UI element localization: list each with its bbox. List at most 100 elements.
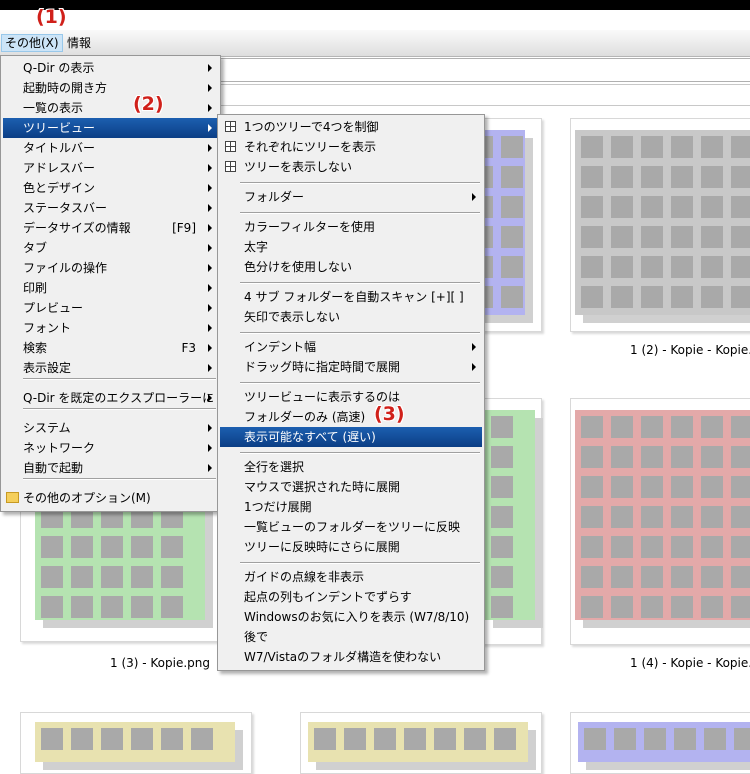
menu-item[interactable]: 自動で起動 [3, 458, 218, 478]
path-bar[interactable] [220, 84, 750, 106]
submenu-item[interactable]: 一覧ビューのフォルダーをツリーに反映 [220, 517, 482, 537]
menu-item[interactable]: システム [3, 418, 218, 438]
menu-item[interactable]: タブ [3, 238, 218, 258]
thumbnail-cell [131, 536, 153, 558]
submenu-arrow-icon [472, 193, 476, 201]
submenu-item[interactable]: ツリーを表示しない [220, 157, 482, 177]
thumbnail-cell [501, 226, 523, 248]
menu-item[interactable]: フォント [3, 318, 218, 338]
menu-separator [240, 282, 480, 284]
thumbnail-cell [611, 256, 633, 278]
submenu-item-label: カラーフィルターを使用 [244, 220, 376, 234]
submenu-item[interactable]: 1つだけ展開 [220, 497, 482, 517]
menu-item-label: 検索 [23, 341, 48, 355]
thumbnail-cell [731, 476, 750, 498]
submenu-item[interactable]: インデント幅 [220, 337, 482, 357]
thumbnail-label[interactable]: 1 (4) - Kopie - Kopie.png [630, 656, 750, 670]
menu-item[interactable]: データサイズの情報 [F9] [3, 218, 218, 238]
thumbnail-label[interactable]: 1 (2) - Kopie - Kopie.png [630, 343, 750, 357]
menu-item[interactable]: 検索 F3 [3, 338, 218, 358]
thumbnail-cell [701, 256, 723, 278]
menu-item[interactable]: 印刷 [3, 278, 218, 298]
menu-item[interactable]: 色とデザイン [3, 178, 218, 198]
thumbnail-cell [581, 136, 603, 158]
submenu-item-label: フォルダー [244, 190, 305, 204]
menu-item[interactable]: その他のオプション(M) [3, 488, 218, 508]
submenu-item[interactable]: 4 サブ フォルダーを自動スキャン [+][ ] [220, 287, 482, 307]
thumbnail-label[interactable]: 1 (3) - Kopie.png [110, 656, 210, 670]
menu-item[interactable]: プレビュー [3, 298, 218, 318]
submenu-item[interactable]: 色分けを使用しない [220, 257, 482, 277]
menu-item-label: データサイズの情報 [23, 221, 131, 235]
submenu-item[interactable]: フォルダー [220, 187, 482, 207]
thumbnail-cell [641, 596, 663, 618]
menu-item-shortcut: F3 [181, 341, 196, 355]
submenu-item[interactable]: 全行を選択 [220, 457, 482, 477]
thumbnail-cell [641, 256, 663, 278]
thumbnail-cell [641, 166, 663, 188]
submenu-item[interactable]: ドラッグ時に指定時間で展開 [220, 357, 482, 377]
submenu-item[interactable]: マウスで選択された時に展開 [220, 477, 482, 497]
submenu-item[interactable]: 表示可能なすべて (遅い) [220, 427, 482, 447]
submenu-item[interactable]: カラーフィルターを使用 [220, 217, 482, 237]
menu-item[interactable]: 起動時の開き方 [3, 78, 218, 98]
submenu-arrow-icon [208, 224, 212, 232]
menu-item[interactable]: Q-Dir の表示 [3, 58, 218, 78]
submenu-item[interactable]: ツリーに反映時にさらに展開 [220, 537, 482, 557]
menu-item[interactable]: ツリービュー [3, 118, 218, 138]
thumbnail-cell [701, 196, 723, 218]
submenu-item[interactable]: フォルダーのみ (高速) [220, 407, 482, 427]
submenu-arrow-icon [208, 84, 212, 92]
thumbnail-cell [581, 476, 603, 498]
menu-item-label: その他のオプション(M) [23, 491, 151, 505]
submenu-item[interactable]: W7/Vistaのフォルダ構造を使わない [220, 647, 482, 667]
thumbnail-cell [374, 728, 396, 750]
thumbnail-cell [161, 536, 183, 558]
submenu-item[interactable]: ガイドの点線を非表示 [220, 567, 482, 587]
submenu-item[interactable]: 太字 [220, 237, 482, 257]
submenu-item[interactable]: ツリービューに表示するのは [220, 387, 482, 407]
submenu-item[interactable]: それぞれにツリーを表示 [220, 137, 482, 157]
thumbnail-cell [671, 416, 693, 438]
thumbnail-cell [731, 286, 750, 308]
menu-item[interactable]: ステータスバー [3, 198, 218, 218]
submenu-item[interactable]: 起点の列もインデントでずらす [220, 587, 482, 607]
menu-other[interactable]: その他(X) [1, 34, 63, 52]
menu-item[interactable]: タイトルバー [3, 138, 218, 158]
thumbnail-cell [581, 596, 603, 618]
thumbnail-cell [101, 728, 123, 750]
thumbnail-cell [501, 256, 523, 278]
thumbnail-cell [131, 728, 153, 750]
thumbnail-cell [491, 566, 513, 588]
submenu-item-label: ガイドの点線を非表示 [244, 570, 365, 584]
thumbnail-cell [611, 286, 633, 308]
submenu-item[interactable]: 後で [220, 627, 482, 647]
thumbnail-cell [491, 506, 513, 528]
grid-icon [225, 161, 236, 172]
menu-item[interactable]: 表示設定 [3, 358, 218, 378]
menu-item[interactable]: ネットワーク [3, 438, 218, 458]
thumbnail-cell [71, 566, 93, 588]
thumbnail-cell [701, 566, 723, 588]
menu-item-label: Q-Dir を既定のエクスプローラーに [23, 391, 215, 405]
menu-info[interactable]: 情報 [64, 35, 94, 51]
menu-item[interactable]: Q-Dir を既定のエクスプローラーに [3, 388, 218, 408]
thumbnail-cell [641, 416, 663, 438]
address-bar[interactable] [220, 58, 750, 82]
menu-item[interactable]: 一覧の表示 [3, 98, 218, 118]
thumbnail-cell [671, 596, 693, 618]
submenu-item[interactable]: 1つのツリーで4つを制御 [220, 117, 482, 137]
menu-item-label: Q-Dir の表示 [23, 61, 95, 75]
submenu-item-label: 1つのツリーで4つを制御 [244, 120, 379, 134]
thumbnail-cell [611, 476, 633, 498]
menu-item[interactable]: アドレスバー [3, 158, 218, 178]
thumbnail-cell [101, 596, 123, 618]
submenu-item[interactable]: Windowsのお気に入りを表示 (W7/8/10) [220, 607, 482, 627]
grid-icon [225, 141, 236, 152]
submenu-item-label: 後で [244, 630, 269, 644]
thumbnail-cell [41, 536, 63, 558]
menu-item[interactable]: ファイルの操作 [3, 258, 218, 278]
submenu-item[interactable]: 矢印で表示しない [220, 307, 482, 327]
thumbnail-cell [611, 196, 633, 218]
menu-separator [23, 408, 216, 410]
